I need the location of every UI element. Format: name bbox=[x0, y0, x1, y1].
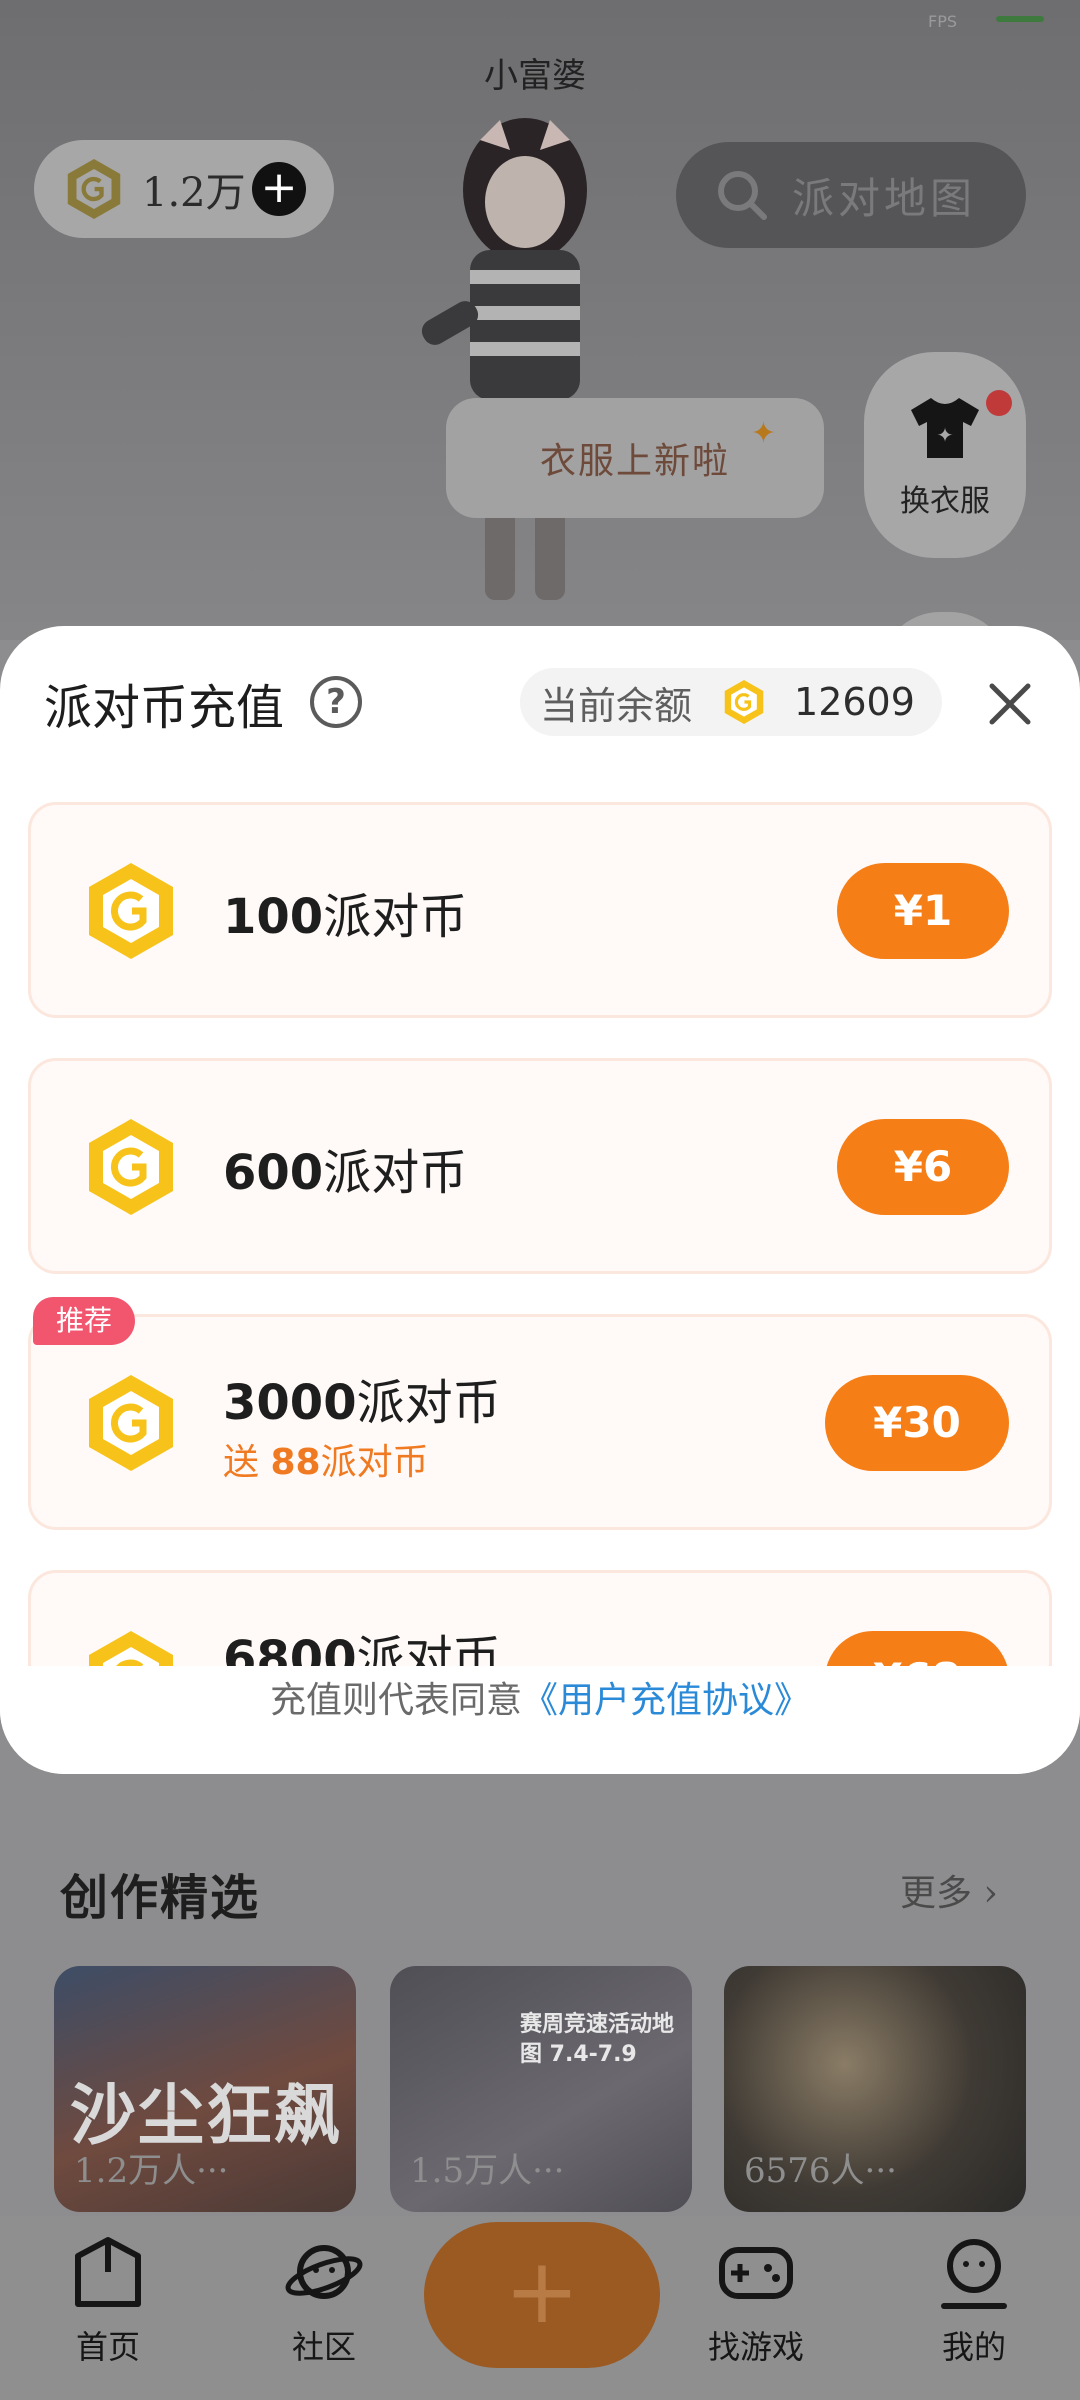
tab-profile-label: 我的 bbox=[941, 2328, 1006, 2366]
recharge-dialog: 派对币充值 ? 当前余额 12609 100派对币 ¥1 600派对币 ¥6 推… bbox=[0, 626, 1080, 1774]
avatar-username: 小富婆 bbox=[484, 56, 586, 96]
create-button[interactable]: + bbox=[424, 2222, 660, 2368]
package-amount: 6800派对币 bbox=[223, 1631, 501, 1666]
price-button[interactable]: ¥30 bbox=[825, 1375, 1009, 1471]
card-player-count: 6576人··· bbox=[744, 2151, 897, 2191]
map-search-input[interactable]: 派对地图 bbox=[676, 142, 1026, 248]
gamepad-icon bbox=[719, 2247, 793, 2299]
featured-card[interactable]: 沙尘狂飙 1.2万人··· bbox=[54, 1966, 356, 2212]
package-item-recommended[interactable]: 推荐 3000派对币 送 88派对币 ¥30 bbox=[28, 1297, 1052, 1530]
tab-find-games[interactable]: 找游戏 bbox=[686, 2232, 826, 2368]
package-item[interactable]: 100派对币 ¥1 bbox=[28, 802, 1052, 1018]
card-title: 赛周竞速活动地图 7.4-7.9 bbox=[520, 2012, 675, 2067]
balance-value: 12609 bbox=[794, 680, 915, 724]
card-player-count: 1.5万人··· bbox=[410, 2151, 565, 2191]
more-label: 更多 bbox=[900, 1873, 973, 1914]
coin-balance-value: 1.2万 bbox=[142, 170, 246, 216]
search-icon bbox=[718, 171, 767, 220]
recharge-agreement-link[interactable]: 《用户充值协议》 bbox=[522, 1680, 810, 1721]
featured-card[interactable]: 赛周竞速活动地图 7.4-7.9 1.5万人··· bbox=[390, 1966, 692, 2212]
fps-bar bbox=[996, 16, 1044, 22]
avatar-character[interactable] bbox=[400, 110, 650, 630]
card-player-count: 1.2万人··· bbox=[74, 2151, 229, 2191]
package-bonus: 送 88派对币 bbox=[223, 1442, 429, 1483]
tab-profile[interactable]: 我的 bbox=[904, 2232, 1044, 2368]
add-coins-icon[interactable]: + bbox=[252, 162, 306, 216]
current-balance: 当前余额 12609 bbox=[520, 668, 942, 736]
price-button[interactable]: ¥6 bbox=[837, 1119, 1009, 1215]
package-amount: 100派对币 bbox=[223, 889, 468, 945]
coin-icon bbox=[89, 1631, 173, 1666]
package-item[interactable]: 600派对币 ¥6 bbox=[28, 1058, 1052, 1274]
package-list[interactable]: 100派对币 ¥1 600派对币 ¥6 推荐 3000派对币 送 88派对币 ¥… bbox=[0, 802, 1080, 1666]
section-title: 创作精选 bbox=[60, 1870, 261, 1926]
package-amount: 600派对币 bbox=[223, 1145, 468, 1201]
sparkle-icon: ✦ bbox=[750, 416, 776, 451]
tab-home[interactable]: 首页 bbox=[38, 2232, 178, 2368]
agreement-text: 充值则代表同意 bbox=[269, 1680, 522, 1721]
price-button[interactable]: ¥1 bbox=[837, 863, 1009, 959]
package-amount: 3000派对币 bbox=[223, 1375, 501, 1431]
speech-bubble[interactable]: 衣服上新啦 ✦ bbox=[446, 398, 824, 518]
dialog-title: 派对币充值 bbox=[44, 680, 285, 736]
profile-icon bbox=[941, 2239, 1007, 2309]
tshirt-icon: ✦ bbox=[911, 398, 979, 458]
featured-card[interactable]: 6576人··· bbox=[724, 1966, 1026, 2212]
fps-indicator: FPS bbox=[928, 12, 958, 31]
notification-dot bbox=[986, 390, 1012, 416]
agreement-notice: 充值则代表同意《用户充值协议》 bbox=[0, 1666, 1080, 1774]
coin-icon bbox=[89, 1375, 173, 1471]
tab-home-label: 首页 bbox=[75, 2328, 140, 2366]
coin-icon bbox=[67, 159, 121, 219]
help-icon[interactable]: ? bbox=[310, 676, 362, 728]
balance-label: 当前余额 bbox=[540, 683, 693, 728]
coin-icon bbox=[89, 863, 173, 959]
tab-community[interactable]: 社区 bbox=[254, 2232, 394, 2368]
planet-icon bbox=[285, 2245, 363, 2299]
coin-icon bbox=[724, 680, 764, 724]
coin-balance-pill[interactable]: 1.2万 + bbox=[34, 140, 334, 238]
close-icon[interactable] bbox=[984, 678, 1036, 730]
change-outfit-label: 换衣服 bbox=[900, 484, 990, 519]
tab-community-label: 社区 bbox=[291, 2328, 356, 2366]
recommended-badge: 推荐 bbox=[33, 1297, 135, 1345]
speech-bubble-text: 衣服上新啦 bbox=[539, 441, 730, 482]
change-outfit-button[interactable]: ✦ 换衣服 bbox=[864, 352, 1026, 558]
tab-find-games-label: 找游戏 bbox=[707, 2328, 804, 2366]
svg-text:✦: ✦ bbox=[937, 423, 954, 447]
search-placeholder: 派对地图 bbox=[792, 173, 977, 223]
price-button[interactable]: ¥68 bbox=[825, 1631, 1009, 1666]
package-item[interactable]: 6800派对币 ¥68 bbox=[28, 1570, 1052, 1666]
home-icon bbox=[75, 2237, 141, 2307]
more-link[interactable]: 更多 › bbox=[900, 1864, 998, 1916]
coin-icon bbox=[89, 1119, 173, 1215]
